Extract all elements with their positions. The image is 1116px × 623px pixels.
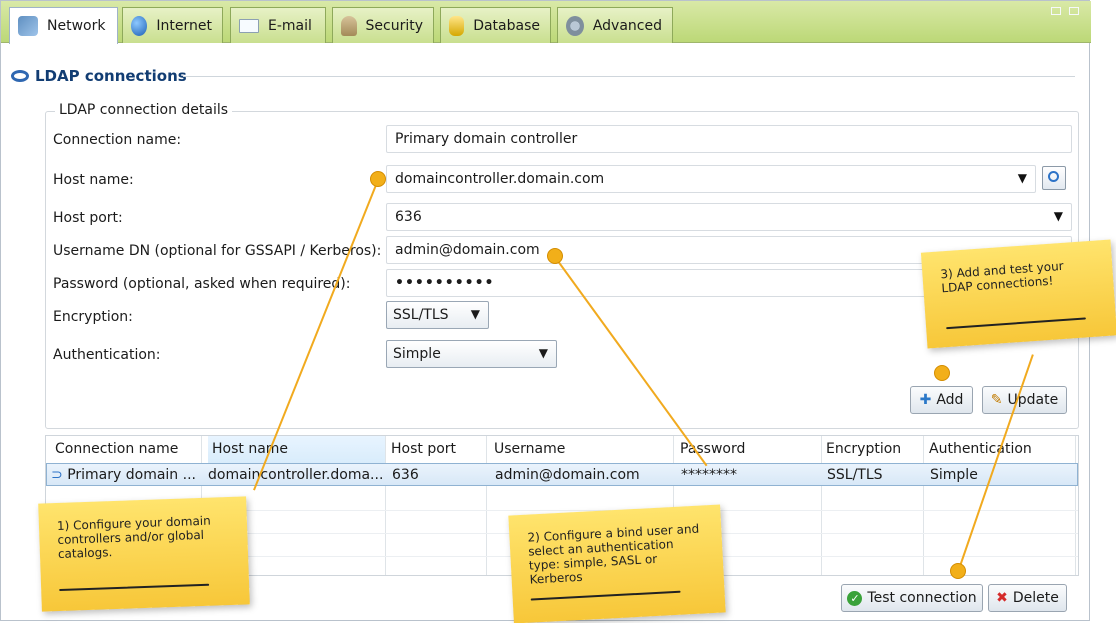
plus-icon: ✚ — [919, 392, 932, 408]
minimize-icon[interactable] — [1051, 7, 1061, 15]
authentication-select[interactable]: Simple ▼ — [386, 340, 557, 368]
header-username[interactable]: Username — [494, 441, 565, 457]
callout-dot — [934, 365, 950, 381]
note-text: 2) Configure a bind user and select an a… — [527, 521, 700, 587]
authentication-label: Authentication: — [53, 347, 161, 363]
ldap-icon — [11, 70, 29, 82]
restore-icon[interactable] — [1069, 7, 1079, 15]
network-icon — [18, 16, 38, 36]
email-icon — [239, 18, 259, 33]
callout-note-2: 2) Configure a bind user and select an a… — [508, 504, 726, 623]
tab-advanced[interactable]: Advanced — [557, 7, 673, 43]
chevron-down-icon[interactable]: ▼ — [1018, 171, 1027, 185]
encryption-select[interactable]: SSL/TLS ▼ — [386, 301, 489, 329]
host-name-value: domaincontroller.domain.com — [395, 171, 605, 187]
row-encryption: SSL/TLS — [827, 467, 883, 483]
window-controls — [1051, 7, 1079, 15]
callout-note-3: 3) Add and test your LDAP connections! — [920, 239, 1116, 349]
tab-internet[interactable]: Internet — [122, 7, 223, 43]
host-port-combobox[interactable]: 636 ▼ — [386, 203, 1072, 231]
row-authentication: Simple — [930, 467, 978, 483]
update-button[interactable]: ✎ Update — [982, 386, 1067, 414]
encryption-label: Encryption: — [53, 309, 133, 325]
tab-label: E-mail — [268, 17, 312, 34]
connection-name-value: Primary domain ... — [67, 467, 196, 483]
host-port-value: 636 — [395, 209, 422, 225]
search-host-button[interactable] — [1042, 166, 1066, 190]
connection-icon: ⊃ — [51, 467, 63, 483]
connection-name-field[interactable]: Primary domain controller — [386, 125, 1072, 153]
callout-dot — [370, 171, 386, 187]
section-header: LDAP connections — [11, 67, 187, 85]
add-label: Add — [936, 392, 964, 408]
gear-icon — [566, 15, 584, 36]
header-host-port[interactable]: Host port — [391, 441, 456, 457]
section-divider — [183, 76, 1075, 77]
tab-bar: Network Internet E-mail Security Databas… — [1, 1, 1091, 44]
header-authentication[interactable]: Authentication — [929, 441, 1032, 457]
search-icon — [1048, 171, 1059, 182]
chevron-down-icon[interactable]: ▼ — [1054, 209, 1063, 223]
header-encryption[interactable]: Encryption — [826, 441, 901, 457]
test-connection-button[interactable]: ✓ Test connection — [841, 584, 983, 612]
tab-email[interactable]: E-mail — [230, 7, 326, 43]
section-title: LDAP connections — [35, 67, 187, 85]
host-port-label: Host port: — [53, 210, 123, 226]
authentication-value: Simple — [393, 346, 441, 362]
connection-name-label: Connection name: — [53, 132, 182, 148]
host-name-combobox[interactable]: domaincontroller.domain.com ▼ — [386, 165, 1036, 193]
tab-database[interactable]: Database — [440, 7, 551, 43]
note-text: 1) Configure your domain controllers and… — [56, 513, 211, 561]
test-connection-label: Test connection — [867, 590, 977, 606]
row-username: admin@domain.com — [495, 467, 640, 483]
host-name-label: Host name: — [53, 172, 134, 188]
tab-label: Advanced — [592, 17, 662, 34]
tab-network[interactable]: Network — [9, 7, 118, 44]
row-host-name: domaincontroller.doma... — [208, 467, 384, 483]
tab-label: Network — [47, 18, 106, 34]
table-row[interactable]: ⊃ Primary domain ... domaincontroller.do… — [46, 463, 1078, 486]
header-connection-name[interactable]: Connection name — [55, 441, 178, 457]
header-host-name[interactable]: Host name — [208, 436, 385, 464]
callout-dot — [547, 248, 563, 264]
globe-icon — [131, 15, 148, 36]
check-icon: ✓ — [847, 590, 863, 606]
edit-icon: ✎ — [990, 392, 1003, 408]
security-icon — [341, 15, 357, 36]
add-button[interactable]: ✚ Add — [910, 386, 973, 414]
tab-label: Database — [473, 17, 540, 34]
delete-icon: ✖ — [996, 590, 1008, 606]
password-label: Password (optional, asked when required)… — [53, 276, 351, 292]
username-dn-label: Username DN (optional for GSSAPI / Kerbe… — [53, 243, 382, 259]
row-host-port: 636 — [392, 467, 419, 483]
encryption-value: SSL/TLS — [393, 307, 449, 323]
group-title: LDAP connection details — [55, 102, 233, 118]
delete-label: Delete — [1012, 590, 1059, 606]
callout-dot — [950, 563, 966, 579]
tab-security[interactable]: Security — [332, 7, 434, 43]
callout-note-1: 1) Configure your domain controllers and… — [38, 496, 250, 612]
tab-label: Security — [365, 17, 424, 34]
chevron-down-icon[interactable]: ▼ — [471, 307, 480, 321]
row-password: ******** — [681, 467, 737, 483]
delete-button[interactable]: ✖ Delete — [988, 584, 1067, 612]
tab-label: Internet — [156, 17, 212, 34]
note-text: 3) Add and test your LDAP connections! — [939, 258, 1065, 296]
chevron-down-icon[interactable]: ▼ — [539, 346, 548, 360]
row-connection-cell: ⊃ Primary domain ... — [51, 467, 196, 483]
database-icon — [449, 15, 465, 36]
